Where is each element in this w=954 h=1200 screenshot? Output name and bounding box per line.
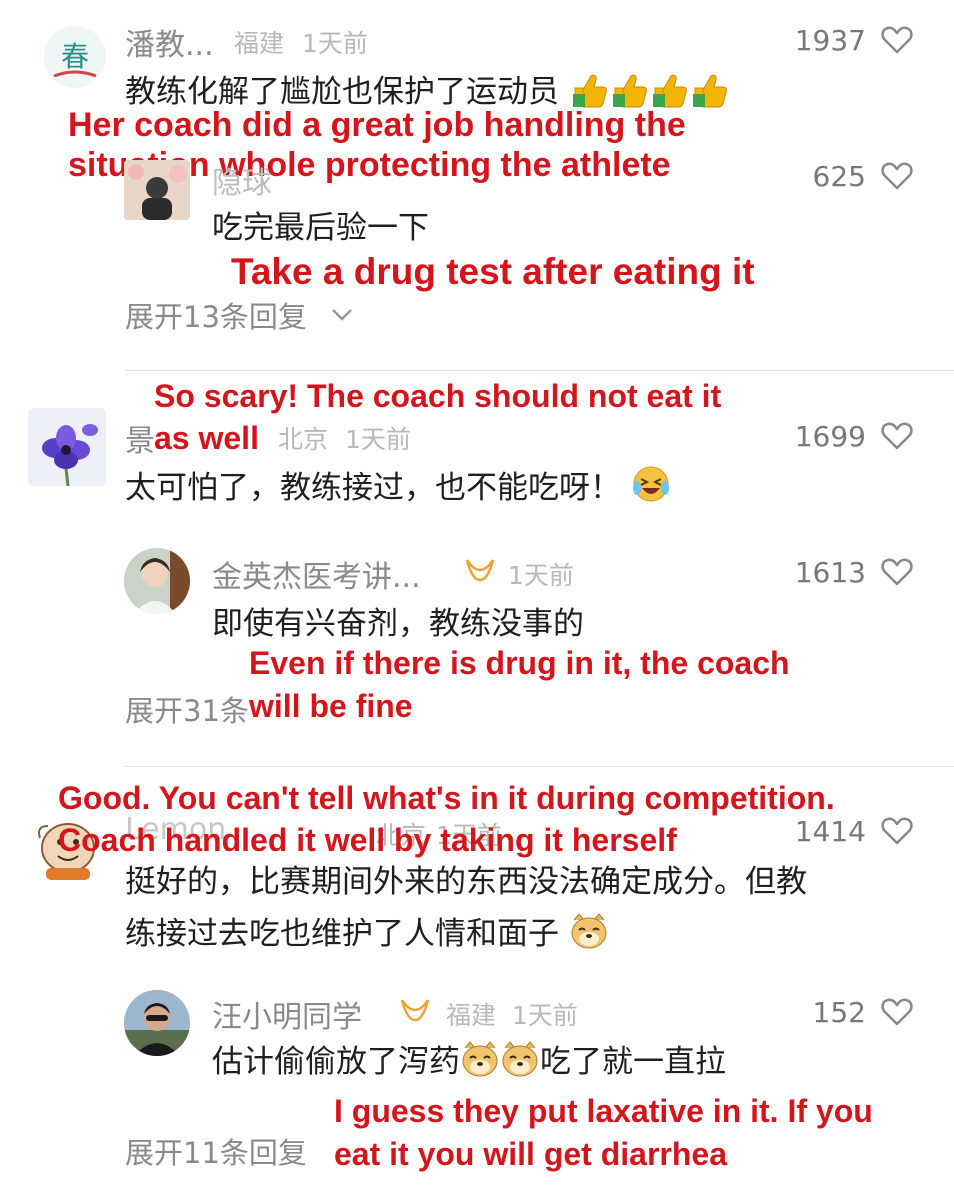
expand-replies-button[interactable]: 展开13条回复 bbox=[125, 294, 354, 336]
username[interactable]: 隐球 bbox=[212, 158, 272, 202]
timestamp: 1天前 bbox=[512, 1001, 578, 1030]
timestamp: 1天前 bbox=[508, 561, 574, 590]
verified-badge-icon bbox=[400, 999, 430, 1022]
username[interactable]: 潘教... bbox=[125, 20, 214, 64]
translation-annotation: Good. You can't tell what's in it during… bbox=[58, 780, 835, 858]
username[interactable]: 金英杰医考讲... bbox=[212, 552, 421, 596]
like-count: 625 bbox=[812, 160, 866, 193]
translation-annotation: Take a drug test after eating it bbox=[231, 251, 755, 292]
expand-replies-button[interactable]: 展开31条 bbox=[125, 688, 249, 730]
comment-text: 太可怕了，教练接过，也不能吃呀！ bbox=[125, 462, 671, 520]
chevron-down-icon bbox=[332, 309, 353, 321]
heart-outline-icon[interactable] bbox=[881, 161, 913, 191]
location-label: 福建 bbox=[234, 29, 285, 58]
like-count: 1613 bbox=[794, 556, 866, 589]
divider bbox=[125, 370, 954, 371]
doge-emoji bbox=[569, 912, 609, 966]
verified-badge-icon bbox=[465, 559, 495, 582]
heart-outline-icon[interactable] bbox=[881, 25, 913, 55]
comment-text: 估计偷偷放了泻药 吃了就一直拉 bbox=[212, 1036, 726, 1094]
timestamp: 1天前 bbox=[302, 29, 368, 58]
translation-annotation: Even if there is drug in it, the coach w… bbox=[249, 645, 790, 725]
laughing-crying-emoji bbox=[631, 464, 671, 520]
like-count: 152 bbox=[812, 996, 866, 1029]
username[interactable]: 汪小明同学 bbox=[212, 992, 362, 1036]
avatar[interactable] bbox=[28, 408, 106, 486]
avatar[interactable] bbox=[124, 990, 190, 1056]
username[interactable]: 景 bbox=[125, 416, 155, 460]
expand-replies-button[interactable]: 展开11条回复 bbox=[125, 1130, 307, 1172]
heart-outline-icon[interactable] bbox=[881, 557, 913, 587]
doge-emoji bbox=[460, 1040, 540, 1094]
heart-outline-icon[interactable] bbox=[881, 421, 913, 451]
heart-outline-icon[interactable] bbox=[881, 816, 913, 846]
translation-annotation: I guess they put laxative in it. If you … bbox=[334, 1093, 873, 1173]
avatar[interactable] bbox=[124, 548, 190, 614]
like-count: 1699 bbox=[794, 420, 866, 453]
like-count: 1937 bbox=[794, 24, 866, 57]
divider bbox=[125, 766, 954, 767]
avatar[interactable]: 春 bbox=[44, 26, 106, 88]
heart-outline-icon[interactable] bbox=[881, 997, 913, 1027]
comment-text: 吃完最后验一下 bbox=[212, 210, 429, 246]
comment-text: 挺好的，比赛期间外来的东西没法确定成分。但教 练接过去吃也维护了人情和面子 bbox=[125, 856, 807, 966]
avatar[interactable] bbox=[124, 160, 190, 220]
svg-text:春: 春 bbox=[61, 40, 89, 73]
location-label: 福建 bbox=[446, 1001, 497, 1030]
translation-annotation: So scary! The coach should not eat it as… bbox=[154, 378, 722, 456]
